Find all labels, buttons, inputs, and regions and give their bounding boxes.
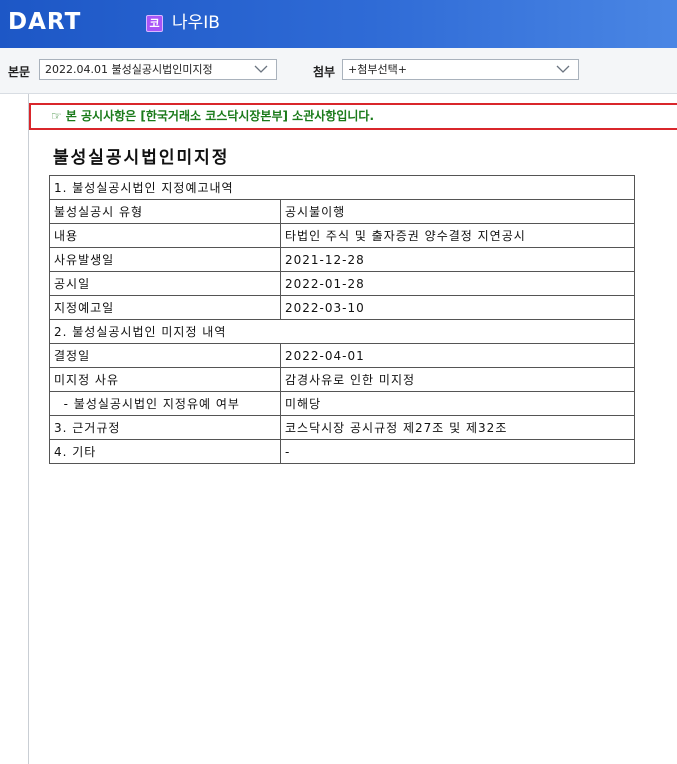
row-label: 불성실공시 유형	[49, 199, 281, 224]
row-label: 4. 기타	[49, 439, 281, 464]
viewer-left-border	[28, 94, 29, 764]
row-label: 지정예고일	[49, 295, 281, 320]
row-label: 3. 근거규정	[49, 415, 281, 440]
company-name: 나우IB	[172, 13, 220, 33]
row-value: 2021-12-28	[280, 247, 635, 272]
disclosure-table: 1. 불성실공시법인 지정예고내역 불성실공시 유형 공시불이행 내용 타법인 …	[49, 175, 635, 464]
row-label: 미지정 사유	[49, 367, 281, 392]
chevron-down-icon	[254, 65, 268, 73]
row-value: 감경사유로 인한 미지정	[280, 367, 635, 392]
attach-label: 첨부	[313, 65, 336, 79]
main-doc-label: 본문	[8, 65, 31, 79]
table-row: 지정예고일 2022-03-10	[49, 295, 635, 320]
chevron-down-icon	[556, 65, 570, 73]
row-value: 코스닥시장 공시규정 제27조 및 제32조	[280, 415, 635, 440]
dart-logo-text: DART	[8, 9, 82, 35]
table-row: 불성실공시 유형 공시불이행	[49, 199, 635, 224]
attach-select[interactable]: +첨부선택+	[342, 59, 579, 80]
kosdaq-badge: 코	[146, 14, 163, 32]
document-viewer: ☞ 본 공시사항은 [한국거래소 코스닥시장본부] 소관사항입니다. 불성실공시법…	[0, 94, 677, 764]
table-row: 결정일 2022-04-01	[49, 343, 635, 368]
attach-selected: +첨부선택+	[348, 63, 407, 76]
row-value: 2022-03-10	[280, 295, 635, 320]
table-row: 2. 불성실공시법인 미지정 내역	[49, 319, 635, 344]
table-row: 미지정 사유 감경사유로 인한 미지정	[49, 367, 635, 392]
table-row: - 불성실공시법인 지정유예 여부 미해당	[49, 391, 635, 416]
jurisdiction-notice: ☞ 본 공시사항은 [한국거래소 코스닥시장본부] 소관사항입니다.	[29, 103, 677, 130]
section-heading: 1. 불성실공시법인 지정예고내역	[49, 175, 635, 200]
row-value: 미해당	[280, 391, 635, 416]
row-value: 2022-04-01	[280, 343, 635, 368]
row-label: 사유발생일	[49, 247, 281, 272]
dart-header: DART 코 나우IB	[0, 0, 677, 48]
main-doc-select[interactable]: 2022.04.01 불성실공시법인미지정	[39, 59, 277, 80]
table-row: 사유발생일 2021-12-28	[49, 247, 635, 272]
row-label: - 불성실공시법인 지정유예 여부	[49, 391, 281, 416]
document-title: 불성실공시법인미지정	[53, 148, 230, 168]
row-value: -	[280, 439, 635, 464]
row-label: 공시일	[49, 271, 281, 296]
table-row: 4. 기타 -	[49, 439, 635, 464]
dart-logo[interactable]: DART	[8, 8, 81, 36]
row-value: 2022-01-28	[280, 271, 635, 296]
table-row: 1. 불성실공시법인 지정예고내역	[49, 175, 635, 200]
document-toolbar: 본문 2022.04.01 불성실공시법인미지정 첨부 +첨부선택+	[0, 48, 677, 94]
row-value: 타법인 주식 및 출자증권 양수결정 지연공시	[280, 223, 635, 248]
row-value: 공시불이행	[280, 199, 635, 224]
company-title: 코 나우IB	[146, 13, 220, 33]
main-doc-selected: 2022.04.01 불성실공시법인미지정	[45, 63, 213, 76]
row-label: 내용	[49, 223, 281, 248]
table-row: 3. 근거규정 코스닥시장 공시규정 제27조 및 제32조	[49, 415, 635, 440]
pointing-hand-icon: ☞	[51, 109, 62, 123]
table-row: 공시일 2022-01-28	[49, 271, 635, 296]
section-heading: 2. 불성실공시법인 미지정 내역	[49, 319, 635, 344]
table-row: 내용 타법인 주식 및 출자증권 양수결정 지연공시	[49, 223, 635, 248]
row-label: 결정일	[49, 343, 281, 368]
notice-text: 본 공시사항은 [한국거래소 코스닥시장본부] 소관사항입니다.	[65, 109, 375, 123]
